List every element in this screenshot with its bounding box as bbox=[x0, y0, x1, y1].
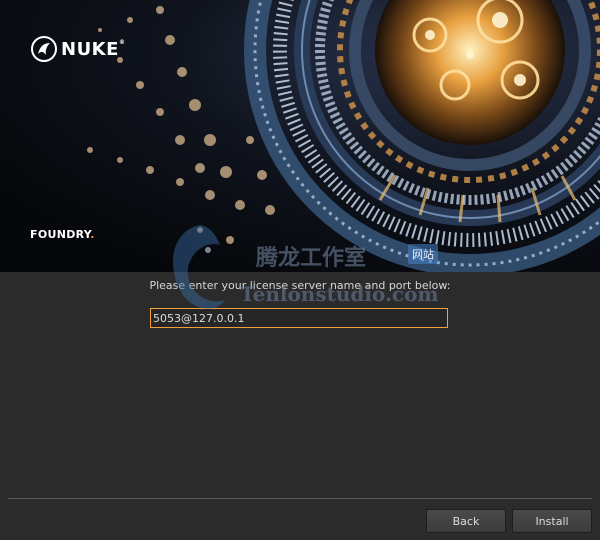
nuke-logo: NUKE® bbox=[31, 35, 125, 63]
license-prompt: Please enter your license server name an… bbox=[149, 279, 451, 292]
banner-image: NUKE® FOUNDRY. bbox=[0, 0, 600, 272]
footer-divider bbox=[8, 498, 592, 499]
back-button[interactable]: Back bbox=[426, 509, 506, 533]
nuke-logo-icon bbox=[31, 36, 57, 62]
company-logo: FOUNDRY. bbox=[30, 228, 95, 241]
license-server-input[interactable] bbox=[150, 308, 448, 328]
product-name: NUKE® bbox=[61, 38, 126, 60]
install-button[interactable]: Install bbox=[512, 509, 592, 533]
license-panel: Please enter your license server name an… bbox=[0, 272, 600, 540]
